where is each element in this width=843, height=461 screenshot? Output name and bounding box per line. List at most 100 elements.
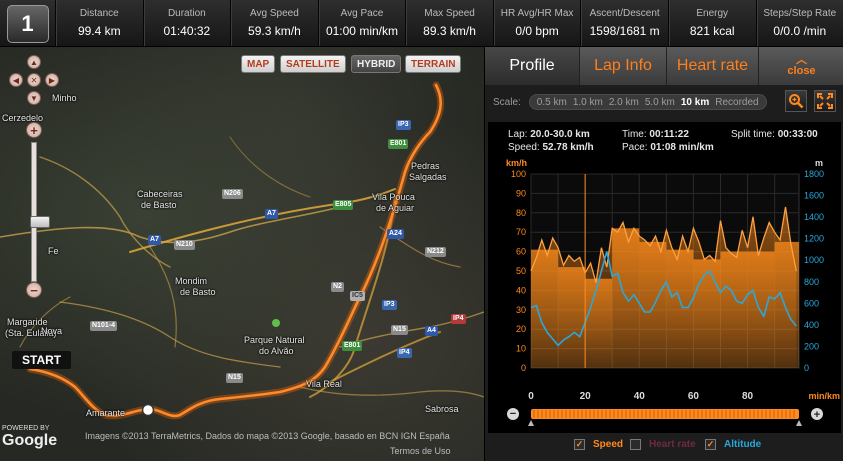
map-copyright: Imagens ©2013 TerraMetrics, Dados do map… bbox=[85, 431, 450, 441]
pan-down-icon[interactable]: ▼ bbox=[27, 91, 41, 105]
legend-heartrate-toggle[interactable]: Heart rate bbox=[630, 439, 696, 450]
tab-heart-rate[interactable]: Heart rate bbox=[667, 47, 759, 85]
x-tick-label: 0 bbox=[528, 391, 534, 402]
y-left-tick-label: 30 bbox=[516, 305, 526, 315]
road-shield: IP3 bbox=[382, 300, 397, 310]
road-shield: N206 bbox=[222, 189, 243, 199]
y-left-tick-label: 50 bbox=[516, 266, 526, 276]
legend-heartrate-checkbox[interactable] bbox=[630, 439, 641, 450]
stat-avg-speed: Avg Speed 59.3 km/h bbox=[230, 0, 318, 46]
scale-option-recorded[interactable]: Recorded bbox=[712, 97, 761, 108]
range-left-handle-icon bbox=[528, 420, 534, 426]
chart-svg: 0102030405060708090100020040060080010001… bbox=[506, 158, 840, 426]
zoom-out-icon[interactable]: − bbox=[26, 282, 42, 298]
close-panel-button[interactable]: ︿ close bbox=[759, 47, 843, 85]
map-type-terrain-button[interactable]: TERRAIN bbox=[405, 55, 462, 73]
scale-option-1km[interactable]: 1.0 km bbox=[570, 97, 606, 108]
map-canvas bbox=[0, 81, 484, 420]
range-slider-track[interactable] bbox=[531, 409, 799, 419]
y-left-tick-label: 70 bbox=[516, 227, 526, 237]
map-terms-link[interactable]: Termos de Uso bbox=[390, 446, 451, 456]
zoom-slider-track[interactable] bbox=[30, 142, 50, 282]
place-label: Nova bbox=[41, 326, 63, 336]
map-pan-control: ▲ ◀ ✕ ▶ ▼ bbox=[6, 55, 62, 111]
stat-energy: Energy 821 kcal bbox=[667, 0, 756, 46]
legend-speed-checkbox[interactable]: ✓ bbox=[574, 439, 585, 450]
scale-option-2km[interactable]: 2.0 km bbox=[606, 97, 642, 108]
place-label: de Basto bbox=[141, 200, 177, 210]
road-shield: IC5 bbox=[350, 291, 365, 301]
map-type-map-button[interactable]: MAP bbox=[241, 55, 276, 73]
stat-value: 59.3 km/h bbox=[248, 24, 301, 38]
y-right-tick-label: 1800 bbox=[804, 169, 824, 179]
pan-left-icon[interactable]: ◀ bbox=[9, 73, 23, 87]
place-label: do Alvão bbox=[259, 346, 294, 356]
scale-option-5km[interactable]: 5.0 km bbox=[642, 97, 678, 108]
y-right-tick-label: 1400 bbox=[804, 212, 824, 222]
road-shield: N212 bbox=[425, 247, 446, 257]
powered-by-text: POWERED BY bbox=[2, 425, 50, 432]
y-left-tick-label: 0 bbox=[521, 363, 526, 373]
scale-option-0-5km[interactable]: 0.5 km bbox=[534, 97, 570, 108]
stat-value: 0/0 bpm bbox=[515, 24, 559, 38]
road-shield: A4 bbox=[425, 326, 438, 336]
stat-value: 0/0.0 /min bbox=[773, 24, 827, 38]
chart-legend: ✓ Speed Heart rate ✓ Altitude bbox=[485, 433, 843, 461]
park-marker-icon bbox=[272, 319, 280, 327]
tab-lap-info[interactable]: Lap Info bbox=[580, 47, 667, 85]
y-left-unit: km/h bbox=[506, 158, 527, 168]
stat-steps: Steps/Step Rate 0/0.0 /min bbox=[755, 0, 843, 46]
pan-up-icon[interactable]: ▲ bbox=[27, 55, 41, 69]
y-right-tick-label: 800 bbox=[804, 277, 819, 287]
place-label: Pedras bbox=[411, 161, 440, 171]
stat-label: Steps/Step Rate bbox=[763, 8, 837, 19]
y-right-tick-label: 1200 bbox=[804, 234, 824, 244]
road-shield: N2 bbox=[331, 282, 344, 292]
zoom-in-icon[interactable]: + bbox=[26, 122, 42, 138]
stat-value: 01:00 min/km bbox=[325, 24, 398, 38]
place-label: Amarante bbox=[86, 408, 126, 418]
road-shield: E801 bbox=[388, 139, 409, 149]
zoom-chart-button[interactable] bbox=[785, 90, 807, 112]
road-shield: N210 bbox=[174, 240, 195, 250]
stat-max-speed: Max Speed 89.3 km/h bbox=[405, 0, 493, 46]
stats-bar: 1 Distance 99.4 km Duration 01:40:32 Avg S… bbox=[0, 0, 843, 47]
expand-icon bbox=[817, 93, 833, 109]
x-tick-label: 60 bbox=[688, 391, 700, 402]
legend-speed-toggle[interactable]: ✓ Speed bbox=[574, 439, 623, 450]
profile-chart[interactable]: Lap: 20.0-30.0 km Time: 00:11:22 Split t… bbox=[488, 122, 841, 433]
map-type-satellite-button[interactable]: SATELLITE bbox=[280, 55, 346, 73]
y-left-tick-label: 80 bbox=[516, 208, 526, 218]
chevron-up-icon: ︿ bbox=[796, 53, 807, 66]
map-type-hybrid-button[interactable]: HYBRID bbox=[351, 55, 402, 73]
magnifier-icon bbox=[789, 94, 804, 109]
y-right-tick-label: 1600 bbox=[804, 191, 824, 201]
lap-number-badge[interactable]: 1 bbox=[0, 0, 55, 47]
tab-profile[interactable]: Profile bbox=[485, 47, 580, 85]
place-label: Cabeceiras bbox=[137, 189, 183, 199]
road-shield: E805 bbox=[333, 200, 354, 210]
stat-label: Duration bbox=[167, 8, 206, 19]
zoom-slider-handle[interactable] bbox=[30, 216, 50, 228]
pan-reset-icon[interactable]: ✕ bbox=[27, 73, 41, 87]
stat-label: Ascent/Descent bbox=[589, 8, 660, 19]
place-label: Sabrosa bbox=[425, 404, 459, 414]
fullscreen-button[interactable] bbox=[814, 90, 836, 112]
stat-value: 01:40:32 bbox=[163, 24, 211, 38]
route-map[interactable]: Minho Cerzedelo Cabeceiras de Basto Vila… bbox=[0, 47, 484, 461]
road-shield: A7 bbox=[265, 209, 278, 219]
route-position-marker bbox=[141, 403, 155, 417]
y-right-tick-label: 1000 bbox=[804, 255, 824, 265]
minus-glyph: − bbox=[510, 408, 516, 420]
scale-option-10km[interactable]: 10 km bbox=[678, 97, 712, 108]
place-label: Vila Pouca bbox=[372, 192, 415, 202]
stat-label: HR Avg/HR Max bbox=[500, 8, 574, 19]
plus-glyph: + bbox=[814, 409, 820, 421]
y-left-tick-label: 40 bbox=[516, 285, 526, 295]
place-label: de Aguiar bbox=[376, 203, 415, 213]
legend-altitude-checkbox[interactable]: ✓ bbox=[705, 439, 716, 450]
stat-value: 821 kcal bbox=[689, 24, 735, 38]
pan-right-icon[interactable]: ▶ bbox=[45, 73, 59, 87]
legend-altitude-toggle[interactable]: ✓ Altitude bbox=[705, 439, 761, 450]
route-start-label: START bbox=[12, 351, 72, 369]
